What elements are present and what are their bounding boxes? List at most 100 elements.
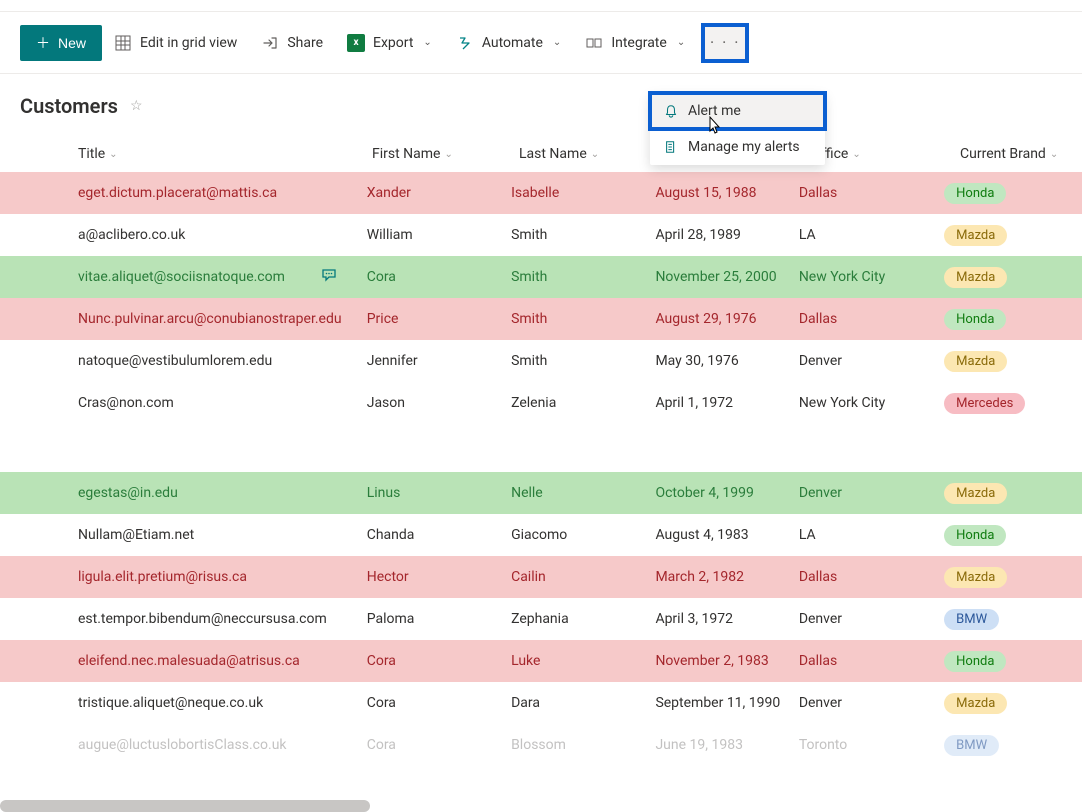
export-label: Export	[373, 35, 413, 51]
integrate-button[interactable]: Integrate ⌄	[573, 26, 697, 60]
horizontal-scrollbar[interactable]	[0, 800, 370, 812]
cell-first: Price	[367, 311, 511, 327]
column-header-last-name[interactable]: Last Name⌄	[519, 146, 666, 162]
cell-title[interactable]: ligula.elit.pretium@risus.ca	[78, 569, 367, 585]
menu-item-alert-me[interactable]: Alert me	[648, 91, 827, 131]
column-header-first-name[interactable]: First Name⌄	[372, 146, 519, 162]
column-header-title[interactable]: Title⌄	[78, 146, 372, 162]
edit-grid-button[interactable]: Edit in grid view	[102, 26, 249, 60]
cell-first: Cora	[367, 737, 511, 753]
brand-pill: Mazda	[944, 225, 1007, 246]
chevron-down-icon: ⌄	[852, 149, 860, 160]
brand-pill: BMW	[944, 609, 999, 630]
cell-last: Cailin	[511, 569, 655, 585]
cell-title[interactable]: eget.dictum.placerat@mattis.ca	[78, 185, 367, 201]
brand-pill: Honda	[944, 651, 1006, 672]
brand-pill: Honda	[944, 183, 1006, 204]
cell-office: Dallas	[799, 653, 944, 669]
cell-dob: November 25, 2000	[655, 269, 798, 285]
table-row[interactable]: Nullam@Etiam.netChandaGiacomoAugust 4, 1…	[0, 514, 1082, 556]
integrate-label: Integrate	[611, 35, 667, 51]
cell-office: Toronto	[799, 737, 944, 753]
ellipsis-icon: · · ·	[710, 33, 740, 52]
column-header-office[interactable]: Office⌄	[812, 146, 960, 162]
automate-button[interactable]: Automate ⌄	[444, 26, 574, 60]
table-row[interactable]: est.tempor.bibendum@neccursusa.comPaloma…	[0, 598, 1082, 640]
cell-title[interactable]: vitae.aliquet@sociisnatoque.com	[78, 269, 367, 285]
table-row[interactable]: ligula.elit.pretium@risus.caHectorCailin…	[0, 556, 1082, 598]
cell-title[interactable]: natoque@vestibulumlorem.edu	[78, 353, 367, 369]
new-button-label: New	[58, 35, 86, 51]
cell-last: Nelle	[511, 485, 655, 501]
chevron-down-icon: ⌄	[553, 37, 561, 48]
table-row[interactable]: eleifend.nec.malesuada@atrisus.caCoraLuk…	[0, 640, 1082, 682]
table-row[interactable]: Cras@non.comJasonZeleniaApril 1, 1972New…	[0, 382, 1082, 424]
cell-office: LA	[799, 527, 944, 543]
chevron-down-icon: ⌄	[423, 37, 431, 48]
table-row[interactable]: tristique.aliquet@neque.co.ukCoraDaraSep…	[0, 682, 1082, 724]
table-row[interactable]: vitae.aliquet@sociisnatoque.comCoraSmith…	[0, 256, 1082, 298]
table-row[interactable]: Nunc.pulvinar.arcu@conubianostraper.eduP…	[0, 298, 1082, 340]
cell-office: LA	[799, 227, 944, 243]
cell-office: Denver	[799, 353, 944, 369]
cell-title[interactable]: egestas@in.edu	[78, 485, 367, 501]
cell-title[interactable]: a@aclibero.co.uk	[78, 227, 367, 243]
cell-brand: Mazda	[944, 351, 1062, 372]
cell-first: Cora	[367, 269, 511, 285]
cell-title[interactable]: est.tempor.bibendum@neccursusa.com	[78, 611, 367, 627]
cell-brand: BMW	[944, 735, 1062, 756]
export-button[interactable]: x Export ⌄	[335, 26, 444, 60]
table-row[interactable]: natoque@vestibulumlorem.eduJenniferSmith…	[0, 340, 1082, 382]
cell-last: Blossom	[511, 737, 655, 753]
new-button[interactable]: ＋ New	[20, 25, 102, 61]
cell-brand: Honda	[944, 651, 1062, 672]
cell-title[interactable]: augue@luctuslobortisClass.co.uk	[78, 737, 367, 753]
menu-item-manage-alerts[interactable]: Manage my alerts	[650, 129, 825, 165]
cell-title[interactable]: Cras@non.com	[78, 395, 367, 411]
cell-last: Luke	[511, 653, 655, 669]
cell-last: Dara	[511, 695, 655, 711]
cell-first: Jason	[367, 395, 511, 411]
rows-container: eget.dictum.placerat@mattis.caXanderIsab…	[0, 172, 1082, 766]
cell-office: Denver	[799, 611, 944, 627]
cell-first: Linus	[367, 485, 511, 501]
column-header-brand[interactable]: Current Brand⌄	[960, 146, 1058, 162]
chevron-down-icon: ⌄	[1050, 149, 1058, 160]
menu-item-manage-alerts-label: Manage my alerts	[688, 139, 800, 155]
cell-last: Zephania	[511, 611, 655, 627]
comment-icon[interactable]	[321, 267, 337, 287]
brand-pill: Honda	[944, 309, 1006, 330]
cell-title[interactable]: tristique.aliquet@neque.co.uk	[78, 695, 367, 711]
page-title: Customers	[20, 94, 118, 118]
bell-icon	[664, 104, 678, 118]
share-button[interactable]: Share	[249, 26, 335, 60]
more-actions-button[interactable]: · · ·	[701, 23, 749, 63]
plus-icon: ＋	[36, 33, 50, 53]
table-row[interactable]: augue@luctuslobortisClass.co.ukCoraBloss…	[0, 724, 1082, 766]
table-row[interactable]: eget.dictum.placerat@mattis.caXanderIsab…	[0, 172, 1082, 214]
cell-last: Smith	[511, 269, 655, 285]
cell-dob: March 2, 1982	[655, 569, 798, 585]
table-row[interactable]: egestas@in.eduLinusNelleOctober 4, 1999D…	[0, 472, 1082, 514]
chevron-down-icon: ⌄	[591, 149, 599, 160]
brand-pill: Mazda	[944, 483, 1007, 504]
chevron-down-icon: ⌄	[109, 149, 117, 160]
share-label: Share	[287, 35, 323, 51]
cell-dob: August 29, 1976	[655, 311, 798, 327]
column-headers: Title⌄ First Name⌄ Last Name⌄ DOB⌄ Offic…	[0, 136, 1082, 172]
brand-pill: Mazda	[944, 351, 1007, 372]
cell-office: New York City	[799, 395, 944, 411]
cell-first: Chanda	[367, 527, 511, 543]
favorite-star-icon[interactable]: ☆	[130, 98, 143, 114]
cell-title[interactable]: Nunc.pulvinar.arcu@conubianostraper.edu	[78, 311, 367, 327]
group-divider	[0, 424, 1082, 472]
cell-office: Dallas	[799, 569, 944, 585]
data-grid: Title⌄ First Name⌄ Last Name⌄ DOB⌄ Offic…	[0, 136, 1082, 766]
cell-title[interactable]: eleifend.nec.malesuada@atrisus.ca	[78, 653, 367, 669]
table-row[interactable]: a@aclibero.co.ukWilliamSmithApril 28, 19…	[0, 214, 1082, 256]
cell-dob: May 30, 1976	[655, 353, 798, 369]
cell-title[interactable]: Nullam@Etiam.net	[78, 527, 367, 543]
brand-pill: BMW	[944, 735, 999, 756]
brand-pill: Mazda	[944, 693, 1007, 714]
cell-brand: Honda	[944, 525, 1062, 546]
